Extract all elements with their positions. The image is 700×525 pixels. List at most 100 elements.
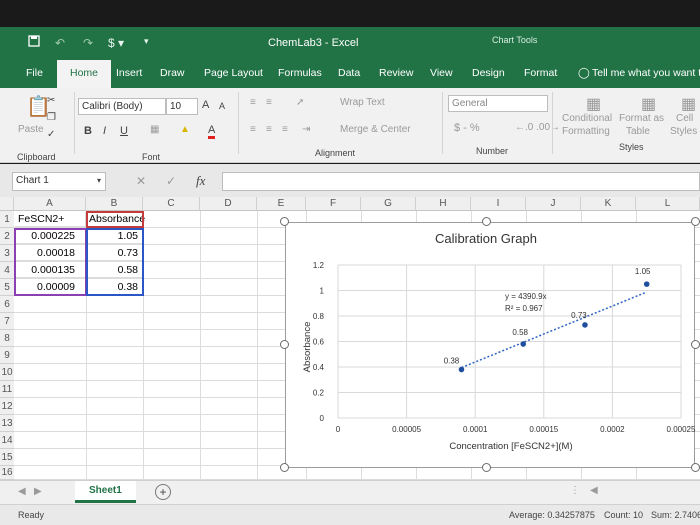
conditional-formatting-icon[interactable]: ▦ [586,94,601,114]
font-size-select[interactable]: 10 [166,98,198,115]
tab-format[interactable]: Format [524,67,557,79]
row-header-2[interactable]: 2 [0,228,14,245]
align-center-icon[interactable]: ≡ [266,124,272,135]
row-header-1[interactable]: 1 [0,211,14,228]
row-header-16[interactable]: 16 [0,466,14,480]
sheet-nav-next-icon[interactable]: ▶ [34,486,42,497]
tab-view[interactable]: View [430,67,453,79]
row-header-14[interactable]: 14 [0,432,14,449]
column-header-k[interactable]: K [581,197,636,211]
hscroll-left-icon[interactable]: ◀ [590,485,598,496]
tell-me-search[interactable]: Tell me what you want t [592,67,700,79]
cancel-icon[interactable]: ✕ [136,174,146,188]
merge-center-button[interactable]: Merge & Center [340,124,411,135]
chart-resize-handle-ne[interactable] [691,217,700,226]
cell-b1[interactable]: Absorbance [87,212,145,227]
cell-b5[interactable]: 0.38 [87,279,143,295]
enter-icon[interactable]: ✓ [166,174,176,188]
align-top-icon[interactable]: ≡ [250,97,256,108]
bold-button[interactable]: B [84,125,92,137]
cell-a5[interactable]: 0.00009 [15,279,86,295]
number-format-buttons[interactable]: $ - % [454,122,480,134]
borders-icon[interactable]: ▦ [150,124,159,135]
tab-formulas[interactable]: Formulas [278,67,322,79]
insert-function-button[interactable]: fx [196,173,205,189]
fill-color-icon[interactable]: ▲ [180,124,190,135]
wrap-text-button[interactable]: Wrap Text [340,97,385,108]
cut-icon[interactable]: ✂ [47,95,55,106]
italic-button[interactable]: I [103,125,106,137]
row-header-15[interactable]: 15 [0,449,14,466]
row-header-5[interactable]: 5 [0,279,14,296]
row-header-9[interactable]: 9 [0,347,14,364]
align-middle-icon[interactable]: ≡ [266,97,272,108]
cell-a3[interactable]: 0.00018 [15,245,86,261]
chart-resize-handle-w[interactable] [280,340,289,349]
cell-a4[interactable]: 0.000135 [15,262,86,278]
cell-a2[interactable]: 0.000225 [15,228,86,244]
row-header-10[interactable]: 10 [0,364,14,381]
chart-resize-handle-se[interactable] [691,463,700,472]
format-as-table-button[interactable]: Format as [619,113,664,124]
sheet-nav-prev-icon[interactable]: ◀ [18,486,26,497]
customize-qat-icon[interactable]: ▾ [144,36,149,47]
chart-resize-handle-sw[interactable] [280,463,289,472]
row-header-4[interactable]: 4 [0,262,14,279]
tab-home[interactable]: Home [57,60,112,88]
number-format-select[interactable]: General [448,95,548,112]
tab-review[interactable]: Review [379,67,413,79]
undo-icon[interactable]: ↶ [55,36,65,50]
underline-button[interactable]: U [120,125,128,137]
column-header-f[interactable]: F [306,197,361,211]
shrink-font-icon[interactable]: A [219,101,225,111]
hscroll-options-icon[interactable]: ⋮ [570,485,580,496]
font-color-icon[interactable]: A [208,124,216,139]
name-box-dropdown-icon[interactable]: ▾ [97,176,101,185]
chart-resize-handle-s[interactable] [482,463,491,472]
decimal-icon[interactable]: ←.0 .00→ [515,122,560,133]
cell-b4[interactable]: 0.58 [87,262,143,278]
tab-draw[interactable]: Draw [160,67,185,79]
row-header-6[interactable]: 6 [0,296,14,313]
calibration-chart[interactable]: 0 0.00005 0.0001 0.00015 0.0002 0.00025 0 0.2 0.… [285,222,696,468]
row-header-8[interactable]: 8 [0,330,14,347]
cell-styles-button[interactable]: Cell [676,113,693,124]
column-header-i[interactable]: I [471,197,526,211]
column-header-b[interactable]: B [86,197,143,211]
row-header-7[interactable]: 7 [0,313,14,330]
column-header-a[interactable]: A [14,197,86,211]
align-right-icon[interactable]: ≡ [282,124,288,135]
chart-resize-handle-nw[interactable] [280,217,289,226]
name-box[interactable]: Chart 1 [12,172,106,191]
column-header-l[interactable]: L [636,197,700,211]
save-icon[interactable] [28,35,40,50]
column-header-e[interactable]: E [257,197,306,211]
column-header-h[interactable]: H [416,197,471,211]
chart-resize-handle-e[interactable] [691,340,700,349]
sheet-tab-sheet1[interactable]: Sheet1 [75,481,136,503]
row-header-3[interactable]: 3 [0,245,14,262]
copy-icon[interactable]: ❐ [47,112,56,123]
cell-styles-icon[interactable]: ▦ [681,94,696,114]
row-header-13[interactable]: 13 [0,415,14,432]
column-header-j[interactable]: J [526,197,581,211]
cell-a1[interactable]: FeSCN2+ [15,212,86,227]
tab-insert[interactable]: Insert [116,67,142,79]
format-as-table-icon[interactable]: ▦ [641,94,656,114]
cell-b2[interactable]: 1.05 [87,228,143,244]
tab-page-layout[interactable]: Page Layout [204,67,263,79]
redo-icon[interactable]: ↷ [83,36,93,50]
format-painter-icon[interactable]: ✓ [47,129,55,140]
formula-input[interactable] [222,172,700,191]
tab-design[interactable]: Design [472,67,505,79]
tab-file[interactable]: File [26,67,43,79]
indent-icon[interactable]: ⇥ [302,124,310,135]
orientation-icon[interactable]: ➚ [296,97,304,108]
column-header-d[interactable]: D [200,197,257,211]
touch-mode-icon[interactable]: $ ▾ [108,36,124,50]
font-name-select[interactable]: Calibri (Body) [78,98,166,115]
grow-font-icon[interactable]: A [202,99,209,111]
align-left-icon[interactable]: ≡ [250,124,256,135]
column-header-c[interactable]: C [143,197,200,211]
select-all-corner[interactable] [0,197,14,211]
